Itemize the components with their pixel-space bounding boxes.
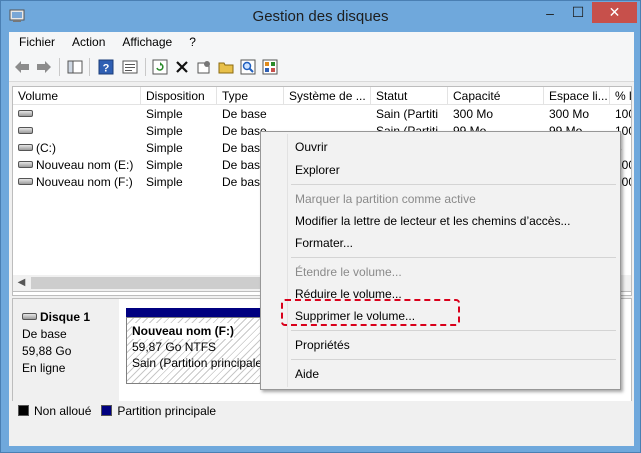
volume-name: Nouveau nom (E:) <box>36 158 134 172</box>
drive-icon <box>18 127 33 135</box>
menu-item-delete-volume[interactable]: Supprimer le volume... <box>295 305 415 327</box>
partition-name: Nouveau nom (F:) <box>132 324 234 338</box>
menu-item-help[interactable]: Aide <box>295 363 319 385</box>
disk-type: De base <box>22 327 67 341</box>
unallocated-swatch <box>18 405 29 416</box>
volume-name-cell: (C:) <box>13 140 141 157</box>
menu-item-extend-volume: Étendre le volume... <box>295 265 402 279</box>
volume-list-header: Volume Disposition Type Système de ... S… <box>13 87 631 105</box>
export-icon[interactable] <box>261 58 279 76</box>
column-header-filesystem[interactable]: Système de ... <box>284 87 371 105</box>
volume-name-cell: Nouveau nom (F:) <box>13 174 141 191</box>
disposition-cell: Simple <box>146 141 183 155</box>
menu-item-mark-active: Marquer la partition comme active <box>295 192 476 206</box>
column-header-type[interactable]: Type <box>217 87 284 105</box>
column-header-status[interactable]: Statut <box>371 87 448 105</box>
menu-fichier[interactable]: Fichier <box>9 32 62 53</box>
menu-item-open[interactable]: Ouvrir <box>295 136 328 158</box>
minimize-button[interactable]: – <box>536 2 564 23</box>
column-header-capacity[interactable]: Capacité <box>448 87 544 105</box>
disposition-cell: Simple <box>146 175 183 189</box>
minimize-icon: – <box>546 4 554 21</box>
disk-title-row: Disque 1 <box>22 309 119 326</box>
svg-text:?: ? <box>103 63 110 75</box>
toolbar-separator <box>59 58 60 76</box>
back-icon[interactable] <box>13 58 31 76</box>
type-cell: De base <box>222 107 267 121</box>
legend-unallocated-label: Non alloué <box>34 403 92 418</box>
menu-action[interactable]: Action <box>62 32 112 53</box>
menu-separator <box>291 359 616 360</box>
free-space-cell: 300 Mo <box>549 107 590 121</box>
toolbar-separator <box>145 58 146 76</box>
scroll-left-icon[interactable]: ◀ <box>13 275 30 291</box>
legend: Non alloué Partition principale <box>12 401 632 420</box>
menu-separator <box>291 330 616 331</box>
disposition-cell: Simple <box>146 124 183 138</box>
disk-status: En ligne <box>22 361 66 375</box>
menu-separator <box>291 184 616 185</box>
disk-info[interactable]: Disque 1 De base 59,88 Go En ligne <box>13 299 119 402</box>
context-menu-gutter <box>287 134 288 387</box>
menu-separator <box>291 257 616 258</box>
disk-size: 59,88 Go <box>22 344 72 358</box>
menu-item-properties[interactable]: Propriétés <box>295 334 350 356</box>
settings-icon[interactable] <box>195 58 213 76</box>
console-tree-icon[interactable] <box>66 58 84 76</box>
percent-free-cell: 100 <box>615 107 631 121</box>
maximize-icon: ☐ <box>571 4 585 20</box>
volume-row[interactable]: Simple De base Sain (Partiti 300 Mo 300 … <box>13 106 631 123</box>
refresh-icon[interactable] <box>151 58 169 76</box>
delete-icon[interactable] <box>173 58 191 76</box>
volume-name-cell: Nouveau nom (E:) <box>13 157 141 174</box>
menu-affichage[interactable]: Affichage <box>112 32 179 53</box>
drive-icon <box>18 178 33 186</box>
drive-icon <box>18 110 33 118</box>
status-cell: Sain (Partiti <box>376 107 439 121</box>
menu-item-change-drive-letter[interactable]: Modifier la lettre de lecteur et les che… <box>295 210 570 232</box>
close-icon: ✕ <box>608 4 621 20</box>
disposition-cell: Simple <box>146 158 183 172</box>
toolbar-separator <box>89 58 90 76</box>
open-folder-icon[interactable] <box>217 58 235 76</box>
title-bar[interactable]: Gestion des disques – ☐ ✕ <box>1 1 640 32</box>
maximize-button[interactable]: ☐ <box>564 2 592 23</box>
menu-help[interactable]: ? <box>179 32 203 53</box>
context-menu: Ouvrir Explorer Marquer la partition com… <box>260 131 621 390</box>
column-header-volume[interactable]: Volume <box>13 87 141 105</box>
filesystem-cell <box>284 106 371 123</box>
properties-icon[interactable] <box>121 58 139 76</box>
menu-item-shrink-volume[interactable]: Réduire le volume... <box>295 283 402 305</box>
disk-icon <box>22 313 37 321</box>
volume-name: (C:) <box>36 141 56 155</box>
disk-title: Disque 1 <box>40 310 91 324</box>
menu-item-explore[interactable]: Explorer <box>295 159 340 181</box>
column-header-percent-free[interactable]: % l <box>610 87 631 105</box>
disposition-cell: Simple <box>146 107 183 121</box>
partition-name-box: Nouveau nom (F:) <box>132 323 234 339</box>
volume-name-cell <box>13 106 141 123</box>
forward-icon[interactable] <box>35 58 53 76</box>
menu-bar: Fichier Action Affichage ? <box>9 32 634 53</box>
drive-icon <box>18 144 33 152</box>
toolbar: ? <box>9 53 634 82</box>
capacity-cell: 300 Mo <box>453 107 494 121</box>
close-button[interactable]: ✕ <box>592 2 637 23</box>
volume-name-cell <box>13 123 141 140</box>
legend-primary-label: Partition principale <box>117 403 217 418</box>
drive-icon <box>18 161 33 169</box>
column-header-free-space[interactable]: Espace li... <box>544 87 610 105</box>
search-icon[interactable] <box>239 58 257 76</box>
column-header-disposition[interactable]: Disposition <box>141 87 217 105</box>
volume-name: Nouveau nom (F:) <box>36 175 133 189</box>
help-icon[interactable]: ? <box>97 58 115 76</box>
primary-partition-swatch <box>101 405 113 416</box>
menu-item-format[interactable]: Formater... <box>295 232 353 254</box>
